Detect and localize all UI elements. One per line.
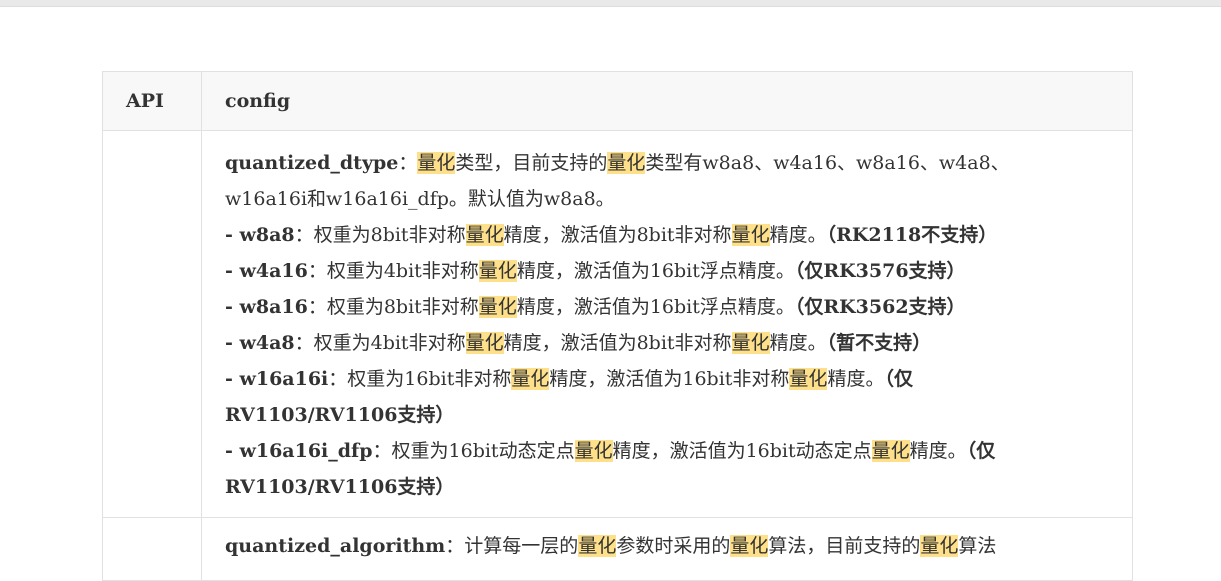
search-highlight: 量化 xyxy=(731,224,770,246)
config-text: 类型，目前支持的 xyxy=(455,152,608,174)
config-term: - w16a16i_dfp xyxy=(225,440,373,462)
config-text-line: - w16a16i_dfp：权重为16bit动态定点量化精度，激活值为16bit… xyxy=(225,433,1092,469)
config-text: 精度，激活值为16bit浮点精度。 xyxy=(516,260,795,282)
table-header-row: API config xyxy=(102,71,1133,131)
config-cell: quantized_dtype：量化类型，目前支持的量化类型有w8a8、w4a1… xyxy=(201,130,1133,518)
search-highlight: 量化 xyxy=(607,152,646,174)
config-text-line: - w4a8：权重为4bit非对称量化精度，激活值为8bit非对称量化精度。（暂… xyxy=(225,325,1092,361)
api-cell xyxy=(102,517,202,581)
top-scroll-bar xyxy=(0,0,1221,7)
config-text: 精度，激活值为16bit浮点精度。 xyxy=(516,296,795,318)
config-text-line: w16a16i和w16a16i_dfp。默认值为w8a8。 xyxy=(225,181,1092,217)
config-text: 算法，目前支持的 xyxy=(768,535,921,557)
config-cell: quantized_algorithm：计算每一层的量化参数时采用的量化算法，目… xyxy=(201,517,1133,581)
search-highlight: 量化 xyxy=(789,368,828,390)
config-text: 算法 xyxy=(958,535,997,557)
config-term: （仅 xyxy=(966,440,996,462)
config-term: RV1103/RV1106支持） xyxy=(225,476,455,498)
config-term: quantized_dtype xyxy=(225,152,399,174)
header-config: config xyxy=(201,71,1133,131)
config-text: 精度，激活值为16bit动态定点 xyxy=(612,440,872,462)
search-highlight: 量化 xyxy=(578,535,617,557)
search-highlight: 量化 xyxy=(465,332,504,354)
search-highlight: 量化 xyxy=(730,535,769,557)
config-text: ：权重为8bit非对称 xyxy=(307,296,479,318)
search-highlight: 量化 xyxy=(465,224,504,246)
config-table: API config quantized_dtype：量化类型，目前支持的量化类… xyxy=(102,71,1133,581)
config-text: 精度，激活值为8bit非对称 xyxy=(503,332,732,354)
config-term: quantized_algorithm xyxy=(225,535,446,557)
config-text-line: RV1103/RV1106支持） xyxy=(225,397,1092,433)
config-text: ：权重为16bit动态定点 xyxy=(372,440,575,462)
api-cell xyxy=(102,130,202,518)
config-text-line: - w4a16：权重为4bit非对称量化精度，激活值为16bit浮点精度。（仅R… xyxy=(225,253,1092,289)
config-text: ： xyxy=(398,152,418,174)
config-term: - w4a16 xyxy=(225,260,308,282)
table-row: quantized_algorithm：计算每一层的量化参数时采用的量化算法，目… xyxy=(102,517,1133,581)
config-text-line: quantized_algorithm：计算每一层的量化参数时采用的量化算法，目… xyxy=(202,518,1132,564)
search-highlight: 量化 xyxy=(511,368,550,390)
config-text: 参数时采用的 xyxy=(616,535,731,557)
config-text: 类型有w8a8、w4a16、w8a16、w4a8、 xyxy=(645,152,1010,174)
config-text: 精度。 xyxy=(769,332,827,354)
config-term: （RK2118不支持） xyxy=(826,224,998,246)
config-text-line: - w8a8：权重为8bit非对称量化精度，激活值为8bit非对称量化精度。（R… xyxy=(225,217,1092,253)
config-text: w16a16i和w16a16i_dfp。默认值为w8a8。 xyxy=(225,188,615,210)
config-text: ：权重为4bit非对称 xyxy=(294,332,466,354)
config-text-line: - w16a16i：权重为16bit非对称量化精度，激活值为16bit非对称量化… xyxy=(225,361,1092,397)
config-term: （仅RK3562支持） xyxy=(794,296,966,318)
search-highlight: 量化 xyxy=(871,440,910,462)
config-text: 精度。 xyxy=(827,368,885,390)
config-term: （暂不支持） xyxy=(826,332,932,354)
config-term: - w8a8 xyxy=(225,224,295,246)
config-text: ：计算每一层的 xyxy=(445,535,579,557)
search-highlight: 量化 xyxy=(478,296,517,318)
config-term: RV1103/RV1106支持） xyxy=(225,404,455,426)
table-row: quantized_dtype：量化类型，目前支持的量化类型有w8a8、w4a1… xyxy=(102,130,1133,518)
config-text: ：权重为16bit非对称 xyxy=(328,368,512,390)
config-term: - w8a16 xyxy=(225,296,308,318)
config-term: （仅RK3576支持） xyxy=(794,260,966,282)
config-term: （仅 xyxy=(884,368,913,390)
search-highlight: 量化 xyxy=(478,260,517,282)
search-highlight: 量化 xyxy=(731,332,770,354)
config-text: 精度。 xyxy=(909,440,967,462)
config-text-line: RV1103/RV1106支持） xyxy=(225,469,1092,505)
config-text: 精度，激活值为16bit非对称 xyxy=(549,368,790,390)
config-table-container: API config quantized_dtype：量化类型，目前支持的量化类… xyxy=(102,71,1133,581)
config-text-line: quantized_dtype：量化类型，目前支持的量化类型有w8a8、w4a1… xyxy=(225,145,1092,181)
config-text: 精度，激活值为8bit非对称 xyxy=(503,224,732,246)
search-highlight: 量化 xyxy=(920,535,959,557)
header-api: API xyxy=(102,71,202,131)
config-text-line: - w8a16：权重为8bit非对称量化精度，激活值为16bit浮点精度。（仅R… xyxy=(225,289,1092,325)
config-text: ：权重为4bit非对称 xyxy=(307,260,479,282)
config-text: ：权重为8bit非对称 xyxy=(294,224,466,246)
config-term: - w4a8 xyxy=(225,332,295,354)
config-term: - w16a16i xyxy=(225,368,329,390)
search-highlight: 量化 xyxy=(417,152,456,174)
search-highlight: 量化 xyxy=(574,440,613,462)
config-text: 精度。 xyxy=(769,224,827,246)
